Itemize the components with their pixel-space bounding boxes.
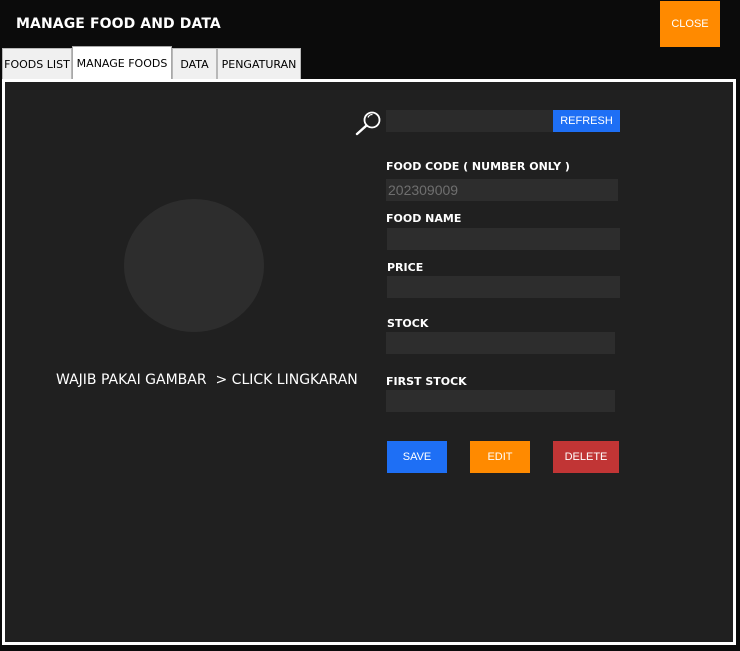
- stock-field[interactable]: [386, 332, 615, 354]
- tab-bar: FOODS LIST MANAGE FOODS DATA PENGATURAN: [2, 46, 301, 79]
- edit-button[interactable]: EDIT: [470, 441, 530, 473]
- food-image-picker[interactable]: [124, 199, 264, 332]
- manage-foods-panel: WAJIB PAKAI GAMBAR > CLICK LINGKARAN REF…: [2, 79, 736, 645]
- first-stock-label: FIRST STOCK: [386, 375, 467, 388]
- food-code-field[interactable]: [386, 179, 618, 201]
- save-button[interactable]: SAVE: [387, 441, 447, 473]
- food-name-label: FOOD NAME: [386, 212, 462, 225]
- food-name-field[interactable]: [387, 228, 620, 250]
- image-hint-text: WAJIB PAKAI GAMBAR > CLICK LINGKARAN: [56, 372, 358, 388]
- first-stock-field[interactable]: [386, 390, 615, 412]
- panel-content: WAJIB PAKAI GAMBAR > CLICK LINGKARAN REF…: [5, 82, 733, 642]
- stock-label: STOCK: [387, 317, 429, 330]
- title-bar: MANAGE FOOD AND DATA CLOSE: [0, 0, 740, 47]
- tab-pengaturan[interactable]: PENGATURAN: [217, 48, 301, 79]
- price-label: PRICE: [387, 261, 424, 274]
- food-code-label: FOOD CODE ( NUMBER ONLY ): [386, 160, 570, 173]
- price-field[interactable]: [387, 276, 620, 298]
- delete-button[interactable]: DELETE: [553, 441, 619, 473]
- tab-foods-list[interactable]: FOODS LIST: [2, 48, 72, 79]
- close-button[interactable]: CLOSE: [660, 1, 720, 47]
- tab-data[interactable]: DATA: [172, 48, 217, 79]
- refresh-button[interactable]: REFRESH: [553, 110, 620, 132]
- search-input[interactable]: [386, 110, 553, 132]
- window-title: MANAGE FOOD AND DATA: [16, 16, 221, 32]
- search-icon[interactable]: [354, 109, 384, 137]
- tab-manage-foods[interactable]: MANAGE FOODS: [72, 46, 172, 79]
- window-edge: [736, 79, 740, 651]
